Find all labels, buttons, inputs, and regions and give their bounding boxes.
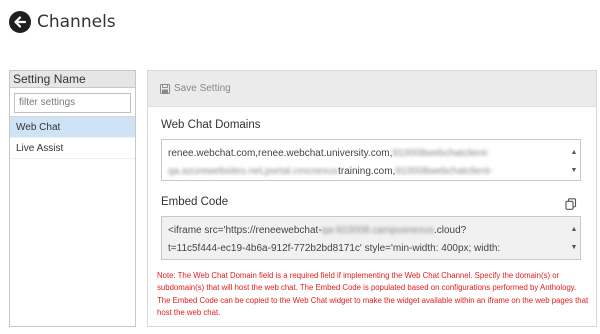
scroll-up-icon[interactable]: ▲ [571, 144, 578, 162]
save-setting-button[interactable]: Save Setting [160, 83, 231, 94]
domains-line-1-text: renee.webchat.com,renee.webchat.universi… [168, 148, 393, 159]
setting-detail-panel: Save Setting Web Chat Domains renee.webc… [147, 70, 597, 327]
scroll-up-icon[interactable]: ▲ [571, 221, 578, 239]
domains-line-1: renee.webchat.com,renee.webchat.universi… [168, 145, 564, 163]
domains-line-2: qa.azurewebsites.net,portal.cmcnexustrai… [168, 163, 564, 180]
embed-line-1-text: <iframe src='https://reneewebchat- [168, 225, 322, 236]
embed-scroll-arrows[interactable]: ▲ ▼ [570, 221, 578, 255]
domains-scroll-arrows[interactable]: ▲ ▼ [570, 144, 578, 176]
embed-line-1-tail: .cloud? [433, 225, 467, 236]
settings-list-panel: Setting Name Web Chat Live Assist [9, 70, 136, 327]
scroll-down-icon[interactable]: ▼ [571, 162, 578, 180]
setting-name-column-header: Setting Name [10, 71, 135, 88]
embed-line-1-redacted: qa-910008.campusnexus [321, 225, 434, 236]
domains-line-2-redacted: qa.azurewebsites.net,portal.cmcnexus [168, 166, 339, 177]
setting-item-web-chat[interactable]: Web Chat [10, 116, 135, 138]
domains-line-1-redacted: 910008webchatclient- [392, 148, 490, 159]
web-chat-note: Note: The Web Chat Domain field is a req… [157, 271, 589, 318]
web-chat-domains-field[interactable]: renee.webchat.com,renee.webchat.universi… [161, 139, 581, 181]
embed-line-2: t=11c5f444-ec19-4b6a-912f-772b2bd8171c' … [168, 240, 564, 258]
back-button[interactable] [9, 11, 31, 33]
copy-icon[interactable] [565, 198, 577, 210]
scroll-down-icon[interactable]: ▼ [571, 239, 578, 257]
filter-wrapper [10, 88, 135, 117]
page-header: Channels [9, 9, 116, 35]
filter-settings-input[interactable] [14, 92, 131, 113]
save-setting-label: Save Setting [174, 83, 231, 94]
domains-line-2-redacted-tail: 910008webchatclient- [395, 166, 493, 177]
arrow-left-circle-icon [14, 16, 27, 28]
toolbar: Save Setting [148, 71, 596, 107]
floppy-disk-icon [160, 83, 170, 94]
embed-line-1: <iframe src='https://reneewebchat-qa-910… [168, 222, 564, 240]
embed-code-field[interactable]: <iframe src='https://reneewebchat-qa-910… [161, 216, 581, 260]
page-title: Channels [37, 12, 116, 32]
web-chat-domains-label: Web Chat Domains [161, 119, 261, 131]
embed-line-2-text: t=11c5f444-ec19-4b6a-912f-772b2bd8171c' … [168, 243, 501, 254]
setting-item-live-assist[interactable]: Live Assist [10, 138, 135, 159]
domains-line-2-text: training.com, [338, 166, 396, 177]
embed-code-label: Embed Code [161, 196, 229, 208]
